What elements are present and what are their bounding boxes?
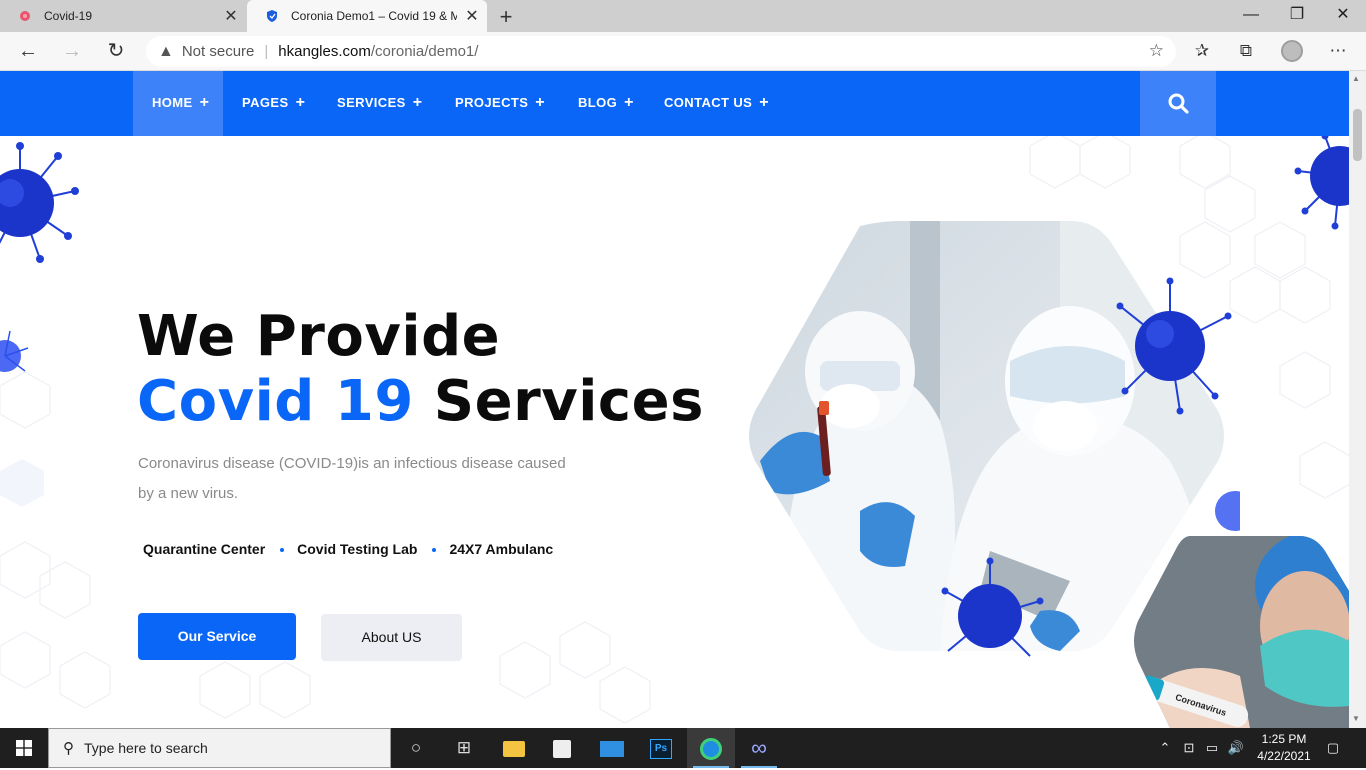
- collections-icon[interactable]: ⧉: [1234, 40, 1258, 64]
- virus-decoration-icon: [1294, 132, 1349, 230]
- tab-coronia-demo[interactable]: Coronia Demo1 – Covid 19 & Me ✕: [247, 0, 487, 32]
- volume-icon[interactable]: 🔊: [1226, 728, 1246, 768]
- url-path: /coronia/demo1/: [370, 43, 479, 60]
- expand-plus-icon: +: [199, 94, 210, 111]
- expand-plus-icon: +: [295, 94, 306, 111]
- hero-description: Coronavirus disease (COVID-19)is an infe…: [138, 455, 566, 502]
- browser-tab-bar: Covid-19 ✕ Coronia Demo1 – Covid 19 & Me…: [0, 0, 1366, 32]
- feature-item: Quarantine Center: [143, 541, 266, 557]
- expand-plus-icon: +: [759, 94, 770, 111]
- minimize-icon[interactable]: —: [1228, 0, 1274, 32]
- more-menu-icon[interactable]: ⋯: [1326, 40, 1350, 64]
- hero-title-highlight: Covid 19: [137, 369, 414, 434]
- nav-projects[interactable]: PROJECTS +: [436, 71, 564, 136]
- nurse-test-tube-image: Coronavirus: [1134, 536, 1349, 728]
- new-tab-icon[interactable]: +: [494, 4, 518, 30]
- our-service-button[interactable]: Our Service: [138, 613, 296, 660]
- nav-home[interactable]: HOME +: [133, 71, 223, 136]
- close-window-icon[interactable]: ✕: [1320, 0, 1366, 32]
- scroll-down-icon[interactable]: ▼: [1352, 714, 1360, 723]
- favorites-icon[interactable]: ✰: [1190, 40, 1214, 64]
- tab-title: Covid-19: [44, 9, 93, 23]
- notifications-icon[interactable]: ▢: [1320, 728, 1346, 768]
- virus-decoration-icon: [0, 330, 29, 372]
- url-host: hkangles.com: [278, 43, 371, 60]
- network-icon[interactable]: ⊡: [1180, 728, 1198, 768]
- scroll-up-icon[interactable]: ▲: [1352, 74, 1360, 83]
- battery-icon[interactable]: ▭: [1202, 728, 1222, 768]
- expand-plus-icon: +: [624, 94, 634, 111]
- system-clock[interactable]: 1:25 PM 4/22/2021: [1250, 731, 1318, 765]
- bullet-icon: [280, 548, 285, 552]
- hero-title-line2: Covid 19 Services: [137, 369, 704, 434]
- address-toolbar: ← → ↻ ▲ Not secure | hkangles.com/coroni…: [0, 32, 1366, 71]
- file-explorer-icon[interactable]: [490, 728, 538, 768]
- clock-time: 1:25 PM: [1261, 732, 1307, 746]
- nav-blog[interactable]: BLOG +: [559, 71, 653, 136]
- windows-taskbar: ⚲ Type here to search ○ ⊞ Ps ∞ ⌃ ⊡ ▭ 🔊 1…: [0, 728, 1366, 768]
- search-button[interactable]: [1140, 71, 1216, 136]
- profile-avatar[interactable]: [1281, 40, 1303, 62]
- nav-contact-us[interactable]: CONTACT US +: [645, 71, 788, 136]
- scrollbar-thumb[interactable]: [1353, 109, 1362, 161]
- taskbar-search-box[interactable]: ⚲ Type here to search: [48, 728, 391, 768]
- shield-favicon-icon: [265, 9, 279, 23]
- security-status[interactable]: Not secure: [182, 43, 255, 60]
- divider: |: [264, 43, 269, 60]
- address-bar[interactable]: ▲ Not secure | hkangles.com/coronia/demo…: [146, 36, 1176, 67]
- edge-icon[interactable]: [687, 728, 735, 768]
- windows-logo-icon: [16, 740, 32, 756]
- virus-decoration-icon: [1215, 491, 1240, 531]
- search-placeholder: Type here to search: [84, 740, 208, 756]
- feature-item: Covid Testing Lab: [297, 541, 418, 557]
- virus-decoration-icon: [0, 142, 79, 263]
- search-icon: [1168, 93, 1189, 114]
- start-button[interactable]: [0, 728, 48, 768]
- search-icon: ⚲: [63, 740, 74, 757]
- warning-icon[interactable]: ▲: [158, 43, 174, 61]
- show-hidden-icons-icon[interactable]: ⌃: [1156, 728, 1174, 768]
- about-us-button[interactable]: About US: [321, 614, 462, 661]
- forward-icon[interactable]: →: [58, 38, 86, 66]
- page-scrollbar[interactable]: ▲ ▼: [1349, 71, 1366, 728]
- webpage: HOME + PAGES + SERVICES + PROJECTS + BLOG + C…: [0, 71, 1349, 728]
- expand-plus-icon: +: [535, 94, 546, 111]
- back-icon[interactable]: ←: [14, 38, 42, 66]
- clock-date: 4/22/2021: [1257, 749, 1311, 763]
- store-icon[interactable]: [538, 728, 586, 768]
- add-favorite-icon[interactable]: ☆: [1149, 41, 1164, 61]
- task-view-icon[interactable]: ⊞: [440, 728, 488, 768]
- photoshop-icon[interactable]: Ps: [637, 728, 685, 768]
- virus-favicon-icon: [18, 9, 32, 23]
- hero-title-line1: We Provide: [137, 304, 501, 369]
- bullet-icon: [432, 548, 437, 552]
- feature-list: Quarantine Center Covid Testing Lab 24X7…: [143, 541, 553, 557]
- restore-icon[interactable]: ❐: [1274, 0, 1320, 32]
- feature-item: 24X7 Ambulanc: [449, 541, 554, 557]
- expand-plus-icon: +: [412, 94, 423, 111]
- refresh-icon[interactable]: ↻: [102, 38, 130, 66]
- infinity-app-icon[interactable]: ∞: [735, 728, 783, 768]
- tab-title: Coronia Demo1 – Covid 19 & Me: [291, 9, 457, 23]
- hero-title-rest: Services: [413, 369, 704, 434]
- nav-services[interactable]: SERVICES +: [318, 71, 441, 136]
- nav-pages[interactable]: PAGES +: [223, 71, 324, 136]
- tab-covid19[interactable]: Covid-19 ✕: [0, 0, 246, 32]
- close-tab-icon[interactable]: ✕: [457, 6, 487, 26]
- main-navigation: HOME + PAGES + SERVICES + PROJECTS + BLOG + C…: [0, 71, 1349, 136]
- close-tab-icon[interactable]: ✕: [216, 6, 246, 26]
- cortana-icon[interactable]: ○: [392, 728, 440, 768]
- mail-icon[interactable]: [588, 728, 636, 768]
